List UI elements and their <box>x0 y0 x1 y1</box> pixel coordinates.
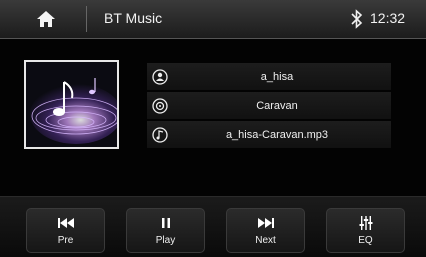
previous-label: Pre <box>57 235 74 246</box>
equalizer-button[interactable]: EQ <box>326 208 405 253</box>
track-info-panel: a_hisa Caravan a_hisa-Caravan.mp3 <box>147 63 391 148</box>
home-icon <box>37 11 55 27</box>
person-icon <box>147 63 173 90</box>
album-name: Caravan <box>256 99 298 112</box>
next-icon <box>257 215 274 231</box>
previous-icon <box>57 215 74 231</box>
artist-row: a_hisa <box>147 63 391 90</box>
eq-label: EQ <box>358 235 373 246</box>
header-divider <box>86 6 87 32</box>
disc-icon <box>147 92 173 119</box>
control-bar: Pre Play Next EQ <box>0 196 426 257</box>
file-row: a_hisa-Caravan.mp3 <box>147 121 391 148</box>
album-art-image <box>26 62 117 147</box>
play-label: Play <box>155 235 176 246</box>
music-note-icon <box>147 121 173 148</box>
page-title: BT Music <box>104 10 163 26</box>
album-art <box>24 60 119 149</box>
clock: 12:32 <box>370 10 406 26</box>
top-bar: BT Music 12:32 <box>0 0 426 39</box>
bluetooth-icon <box>351 9 363 29</box>
file-name: a_hisa-Caravan.mp3 <box>225 128 329 141</box>
play-pause-button[interactable]: Play <box>126 208 205 253</box>
pause-icon <box>161 215 170 231</box>
bt-music-screen: BT Music 12:32 a_hisa Caravan a_hisa-Car… <box>0 0 426 257</box>
previous-button[interactable]: Pre <box>26 208 105 253</box>
home-button[interactable] <box>26 4 66 34</box>
artist-name: a_hisa <box>260 70 294 83</box>
equalizer-icon <box>359 215 373 231</box>
album-row: Caravan <box>147 92 391 119</box>
next-label: Next <box>255 235 276 246</box>
next-button[interactable]: Next <box>226 208 305 253</box>
